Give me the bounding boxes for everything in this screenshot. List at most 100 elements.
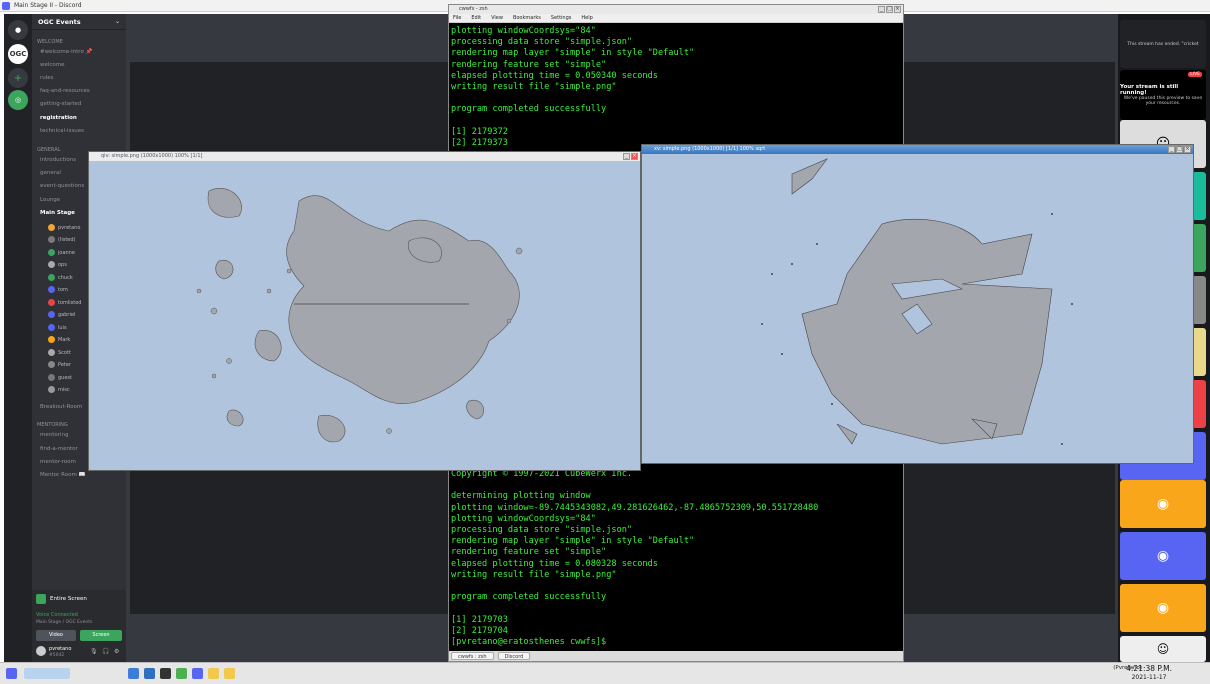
channel-rules[interactable]: rules [40,75,54,81]
tab-cwwfs[interactable]: cwwfs : zsh [451,652,494,660]
app-icon[interactable] [224,668,235,679]
tab-discord[interactable]: Discord [497,652,531,660]
terminal-line: determining plotting window [451,491,591,502]
gear-icon[interactable]: ⚙ [114,648,119,655]
channel-event-questions[interactable]: event-questions [40,183,84,189]
server-header[interactable]: OGC Events ⌄ [32,14,126,30]
taskbar-clock[interactable]: 4:21:38 P.M. 2021-11-17 [1126,664,1172,682]
category-mentoring[interactable]: MENTORING [37,422,68,428]
voice-user[interactable]: tom [48,286,68,293]
folder-icon[interactable] [144,668,155,679]
voice-user[interactable]: luis [48,324,67,331]
maximize-icon[interactable]: □ [1176,146,1183,153]
video-button[interactable]: Video [36,630,76,641]
terminal-titlebar[interactable]: cwwfs - zsh _ □ × [449,5,903,14]
participant-tile[interactable]: ☺ [1120,636,1206,662]
channel-find-a-mentor[interactable]: find-a-mentor [40,446,78,452]
menu-bookmarks[interactable]: Bookmarks [513,14,541,22]
channel-general[interactable]: general [40,170,61,176]
avatar [48,361,55,368]
explore-icon[interactable]: ◎ [8,90,28,110]
minimize-icon[interactable]: _ [1168,146,1175,153]
home-icon[interactable]: ● [8,20,28,40]
avatar [48,349,55,356]
minimize-icon[interactable]: _ [623,153,630,160]
start-icon[interactable] [6,668,17,679]
server-icon-ogc[interactable]: OGC [8,44,28,64]
headphones-icon[interactable]: 🎧 [102,648,109,655]
live-title: Your stream is still running! [1120,84,1179,96]
live-tile[interactable]: LIVE Your stream is still running! We've… [1120,70,1206,120]
participant-tile[interactable]: ◉ [1120,532,1206,580]
user-name: pvretano [49,646,72,652]
screen-share-icon [36,594,46,604]
terminal-line: rendering feature set "simple" [451,59,607,70]
participant-tile[interactable]: ◉ [1120,480,1206,528]
channel-introductions[interactable]: introductions [40,157,76,163]
voice-user[interactable]: gabriel [48,311,75,318]
terminal-line: processing data store "simple.json" [451,525,633,536]
live-sub: We've paused this preview to save your r… [1123,96,1203,106]
chevron-down-icon: ⌄ [114,18,120,25]
map-image [761,158,1073,445]
avatar[interactable] [36,646,46,656]
channel-welcome[interactable]: welcome [40,62,65,68]
participant-tile[interactable]: This stream has ended. "cricket [1120,20,1206,68]
menu-edit[interactable]: Edit [471,14,481,22]
app-icon[interactable] [208,668,219,679]
channel-getting-started[interactable]: getting-started [40,101,81,107]
channel-faq[interactable]: faq-and-resources [40,88,90,94]
discord-icon[interactable] [192,668,203,679]
voice-user[interactable]: misc [48,386,70,393]
voice-user[interactable]: joanne [48,249,75,256]
map-window-right[interactable]: xv: simple.png (1000x1000) [1/1] 100% sq… [641,144,1194,464]
mic-icon[interactable]: 🎙 [90,648,98,655]
close-icon[interactable]: × [894,6,901,13]
map-window-left[interactable]: qiv: simple.png (1000x1000) 100% [1/1] _… [88,151,641,471]
desktop-pager[interactable] [24,668,70,679]
menu-help[interactable]: Help [581,14,592,22]
channel-mentor-room-2[interactable]: Mentor Room 📖 [40,472,85,478]
voice-user[interactable]: chuck [48,274,73,281]
category-general[interactable]: GENERAL [37,147,60,153]
voice-user[interactable]: Peter [48,361,71,368]
menu-file[interactable]: File [453,14,461,22]
voice-user[interactable]: ops [48,261,67,268]
voice-user[interactable]: Mark [48,336,70,343]
channel-technical-issues[interactable]: technical-issues [40,128,84,134]
minimize-icon[interactable]: _ [878,6,885,13]
terminal-line: writing result file "simple.png" [451,569,617,580]
channel-main-stage[interactable]: Main Stage [40,210,75,216]
participant-tile[interactable]: ◉ [1120,584,1206,632]
voice-user[interactable]: tomlisted [48,299,81,306]
avatar [48,374,55,381]
terminal-output-top: plotting windowCoordsys="84" processing d… [449,26,903,149]
screen-button[interactable]: Screen [80,630,122,641]
channel-mentoring[interactable]: mentoring [40,432,69,438]
channel-mentor-room[interactable]: mentor-room [40,459,76,465]
browser-icon[interactable] [176,668,187,679]
map-window-titlebar[interactable]: xv: simple.png (1000x1000) [1/1] 100% sq… [642,145,1193,154]
map-window-titlebar[interactable]: qiv: simple.png (1000x1000) 100% [1/1] _… [89,152,640,161]
voice-user[interactable]: (listed) [48,236,76,243]
discord-icon [2,2,10,10]
channel-lounge[interactable]: Lounge [40,197,60,203]
terminal-icon[interactable] [160,668,171,679]
voice-user[interactable]: Scott [48,349,71,356]
close-icon[interactable]: × [631,153,638,160]
voice-user[interactable]: pvretano [48,224,80,231]
category-welcome[interactable]: WELCOME [37,39,63,45]
channel-breakout-room[interactable]: Breakout-Room [40,404,82,410]
taskbar: (Pvretano) 4:21:38 P.M. 2021-11-17 [0,662,1210,684]
file-manager-icon[interactable] [128,668,139,679]
channel-welcome-intro[interactable]: #welcome-intro 📌 [40,49,92,55]
add-server-icon[interactable]: + [8,68,28,88]
menu-view[interactable]: View [491,14,503,22]
terminal-menubar: File Edit View Bookmarks Settings Help [449,14,903,23]
maximize-icon[interactable]: □ [886,6,893,13]
menu-settings[interactable]: Settings [551,14,572,22]
channel-registration[interactable]: registration [40,115,77,121]
close-icon[interactable]: × [1184,146,1191,153]
voice-user[interactable]: guest [48,374,72,381]
